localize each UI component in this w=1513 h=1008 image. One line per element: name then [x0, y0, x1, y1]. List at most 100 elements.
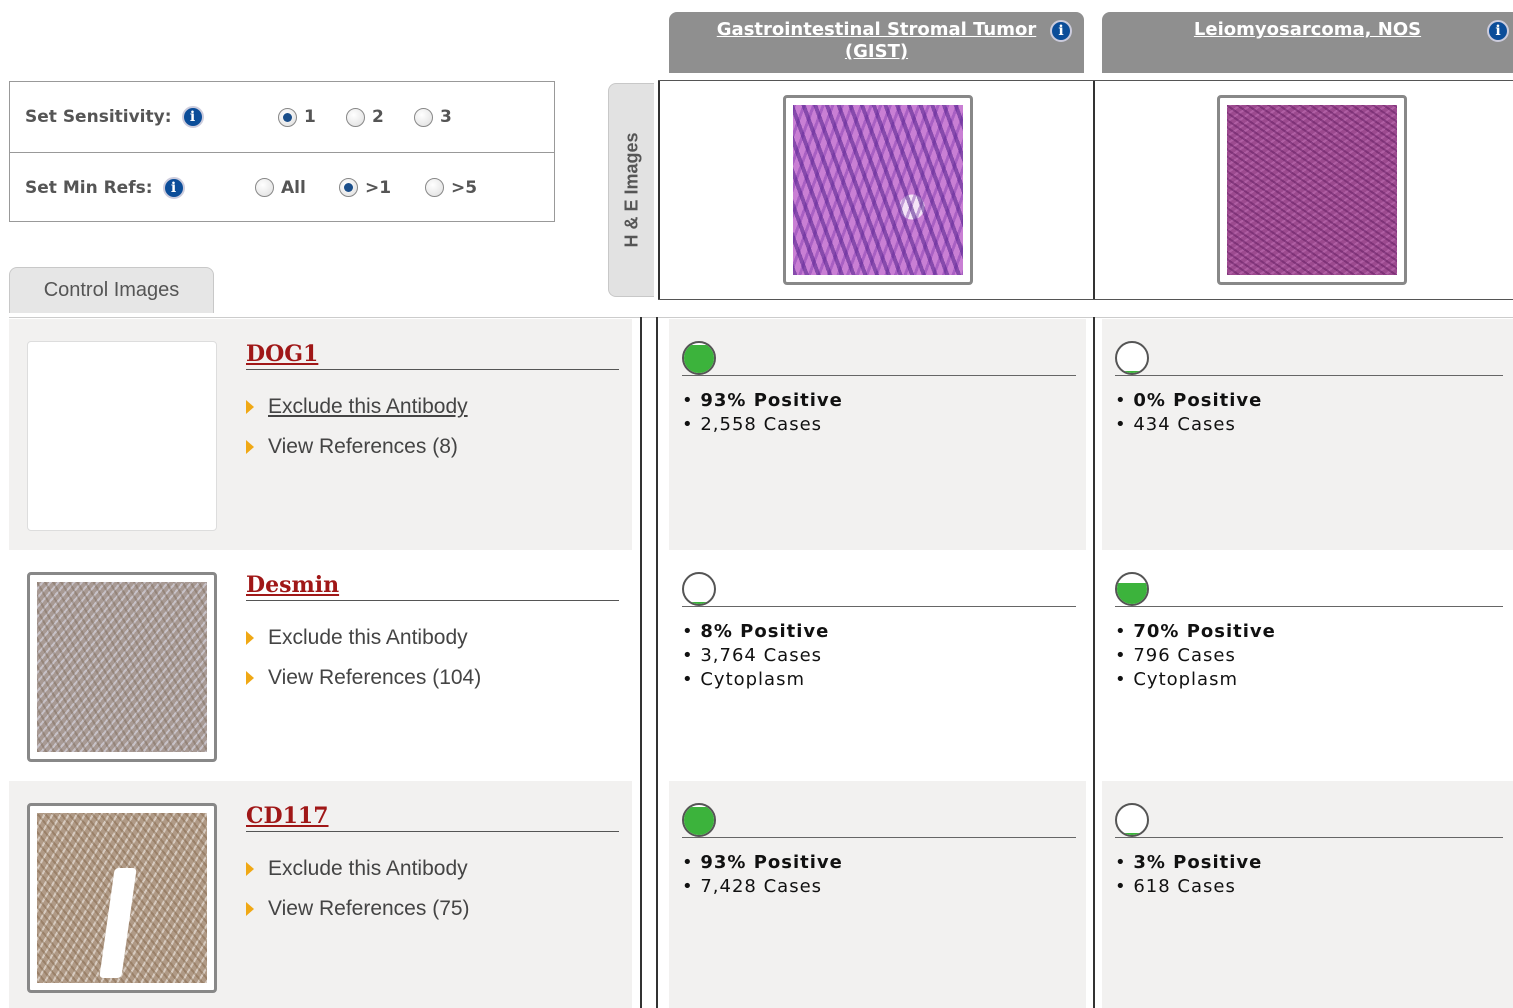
leiomyosarcoma-info-icon[interactable]: i: [1487, 20, 1509, 42]
antibody-row-dog1: DOG1 Exclude this Antibody View Referenc…: [9, 319, 632, 550]
arrow-right-icon: [246, 631, 254, 645]
he-image-gist-picture: [793, 105, 963, 275]
positivity-gauge-icon: [682, 341, 716, 375]
grid-divider: [658, 299, 1513, 300]
result-divider: [1115, 837, 1503, 838]
result-cell-desmin-gist: • 8% Positive • 3,764 Cases • Cytoplasm: [669, 550, 1086, 781]
control-image-desmin-picture: [37, 582, 207, 752]
result-cell-dog1-gist: • 93% Positive • 2,558 Cases: [669, 319, 1086, 550]
grid-divider: [9, 317, 1513, 318]
grid-divider: [1093, 317, 1095, 1008]
column-header-gist: Gastrointestinal Stromal Tumor (GIST) i: [669, 12, 1084, 73]
result-cell-cd117-gist: • 93% Positive • 7,428 Cases: [669, 781, 1086, 1008]
result-stats: • 0% Positive • 434 Cases: [1115, 390, 1263, 435]
grid-divider: [658, 80, 1513, 81]
column-header-leiomyosarcoma: Leiomyosarcoma, NOS i: [1102, 12, 1513, 73]
case-count: 2,558 Cases: [700, 414, 823, 435]
percent-positive: 93% Positive: [700, 390, 843, 411]
control-image-desmin[interactable]: [27, 572, 217, 762]
positivity-gauge-icon: [1115, 341, 1149, 375]
result-divider: [682, 606, 1076, 607]
result-divider: [682, 837, 1076, 838]
result-stats: • 8% Positive • 3,764 Cases • Cytoplasm: [682, 621, 830, 690]
grid-divider: [656, 317, 658, 1008]
antibody-name-desmin[interactable]: Desmin: [246, 572, 619, 601]
positivity-gauge-icon: [1115, 572, 1149, 606]
result-stats: • 93% Positive • 7,428 Cases: [682, 852, 843, 897]
arrow-right-icon: [246, 440, 254, 454]
radio-icon[interactable]: [346, 107, 365, 127]
result-divider: [1115, 606, 1503, 607]
view-references-cd117[interactable]: View References (75): [246, 897, 470, 921]
case-count: 796 Cases: [1133, 645, 1236, 666]
tab-control-images[interactable]: Control Images: [9, 267, 214, 313]
result-divider: [1115, 375, 1503, 376]
sensitivity-label: Set Sensitivity:: [25, 107, 172, 127]
positivity-gauge-fill: [1117, 583, 1147, 604]
control-image-dog1[interactable]: [27, 341, 217, 531]
result-stats: • 93% Positive • 2,558 Cases: [682, 390, 843, 435]
radio-icon[interactable]: [339, 178, 358, 197]
grid-divider: [640, 317, 642, 1008]
minrefs-label: Set Min Refs:: [25, 177, 153, 198]
percent-positive: 3% Positive: [1133, 852, 1263, 873]
case-count: 7,428 Cases: [700, 876, 823, 897]
staining-location: Cytoplasm: [1133, 669, 1239, 690]
minrefs-option-all[interactable]: All: [255, 178, 306, 198]
radio-icon[interactable]: [425, 178, 444, 197]
sensitivity-option-3[interactable]: 3: [414, 107, 452, 127]
tab-he-images[interactable]: H & E Images: [608, 83, 654, 297]
positivity-gauge-icon: [1115, 803, 1149, 837]
settings-panel: Set Sensitivity: i 1 2 3 Set Min Refs: i…: [9, 81, 555, 222]
result-cell-cd117-leiomyosarcoma: • 3% Positive • 618 Cases: [1102, 781, 1513, 1008]
percent-positive: 0% Positive: [1133, 390, 1263, 411]
antibody-row-desmin: Desmin Exclude this Antibody View Refere…: [9, 550, 632, 781]
positivity-gauge-icon: [682, 803, 716, 837]
he-image-leiomyosarcoma-picture: [1227, 105, 1397, 275]
positivity-gauge-fill: [1117, 370, 1147, 373]
positivity-gauge-fill: [684, 345, 714, 373]
he-image-gist[interactable]: [783, 95, 973, 285]
sensitivity-option-1[interactable]: 1: [278, 107, 316, 127]
radio-icon[interactable]: [414, 107, 433, 127]
antibody-name-cd117[interactable]: CD117: [246, 803, 619, 832]
arrow-right-icon: [246, 862, 254, 876]
case-count: 434 Cases: [1133, 414, 1236, 435]
case-count: 618 Cases: [1133, 876, 1236, 897]
view-references-dog1[interactable]: View References (8): [246, 435, 458, 459]
positivity-gauge-icon: [682, 572, 716, 606]
grid-divider: [658, 80, 660, 300]
grid-divider: [1093, 80, 1095, 300]
column-title-gist[interactable]: Gastrointestinal Stromal Tumor (GIST): [717, 19, 1036, 62]
he-image-leiomyosarcoma[interactable]: [1217, 95, 1407, 285]
exclude-antibody-cd117[interactable]: Exclude this Antibody: [246, 857, 468, 881]
percent-positive: 70% Positive: [1133, 621, 1276, 642]
result-stats: • 3% Positive • 618 Cases: [1115, 852, 1263, 897]
percent-positive: 8% Positive: [700, 621, 830, 642]
exclude-antibody-dog1[interactable]: Exclude this Antibody: [246, 395, 468, 419]
antibody-name-dog1[interactable]: DOG1: [246, 341, 619, 370]
minrefs-option-gt1[interactable]: >1: [339, 178, 391, 198]
positivity-gauge-fill: [684, 601, 714, 604]
arrow-right-icon: [246, 400, 254, 414]
radio-icon[interactable]: [255, 178, 274, 197]
positivity-gauge-fill: [684, 807, 714, 835]
gist-info-icon[interactable]: i: [1050, 20, 1072, 42]
staining-location: Cytoplasm: [700, 669, 806, 690]
control-image-cd117[interactable]: [27, 803, 217, 993]
exclude-antibody-desmin[interactable]: Exclude this Antibody: [246, 626, 468, 650]
antibody-row-cd117: CD117 Exclude this Antibody View Referen…: [9, 781, 632, 1008]
result-cell-desmin-leiomyosarcoma: • 70% Positive • 796 Cases • Cytoplasm: [1102, 550, 1513, 781]
minrefs-row: Set Min Refs: i All >1 >5: [10, 152, 554, 222]
view-references-desmin[interactable]: View References (104): [246, 666, 481, 690]
he-images-label: H & E Images: [621, 132, 641, 248]
column-title-leiomyosarcoma[interactable]: Leiomyosarcoma, NOS: [1194, 19, 1421, 40]
result-stats: • 70% Positive • 796 Cases • Cytoplasm: [1115, 621, 1276, 690]
sensitivity-option-2[interactable]: 2: [346, 107, 384, 127]
minrefs-info-icon[interactable]: i: [162, 176, 185, 199]
sensitivity-row: Set Sensitivity: i 1 2 3: [10, 82, 554, 152]
radio-icon[interactable]: [278, 107, 297, 127]
positivity-gauge-fill: [1117, 832, 1147, 835]
sensitivity-info-icon[interactable]: i: [181, 106, 204, 128]
minrefs-option-gt5[interactable]: >5: [425, 178, 477, 198]
